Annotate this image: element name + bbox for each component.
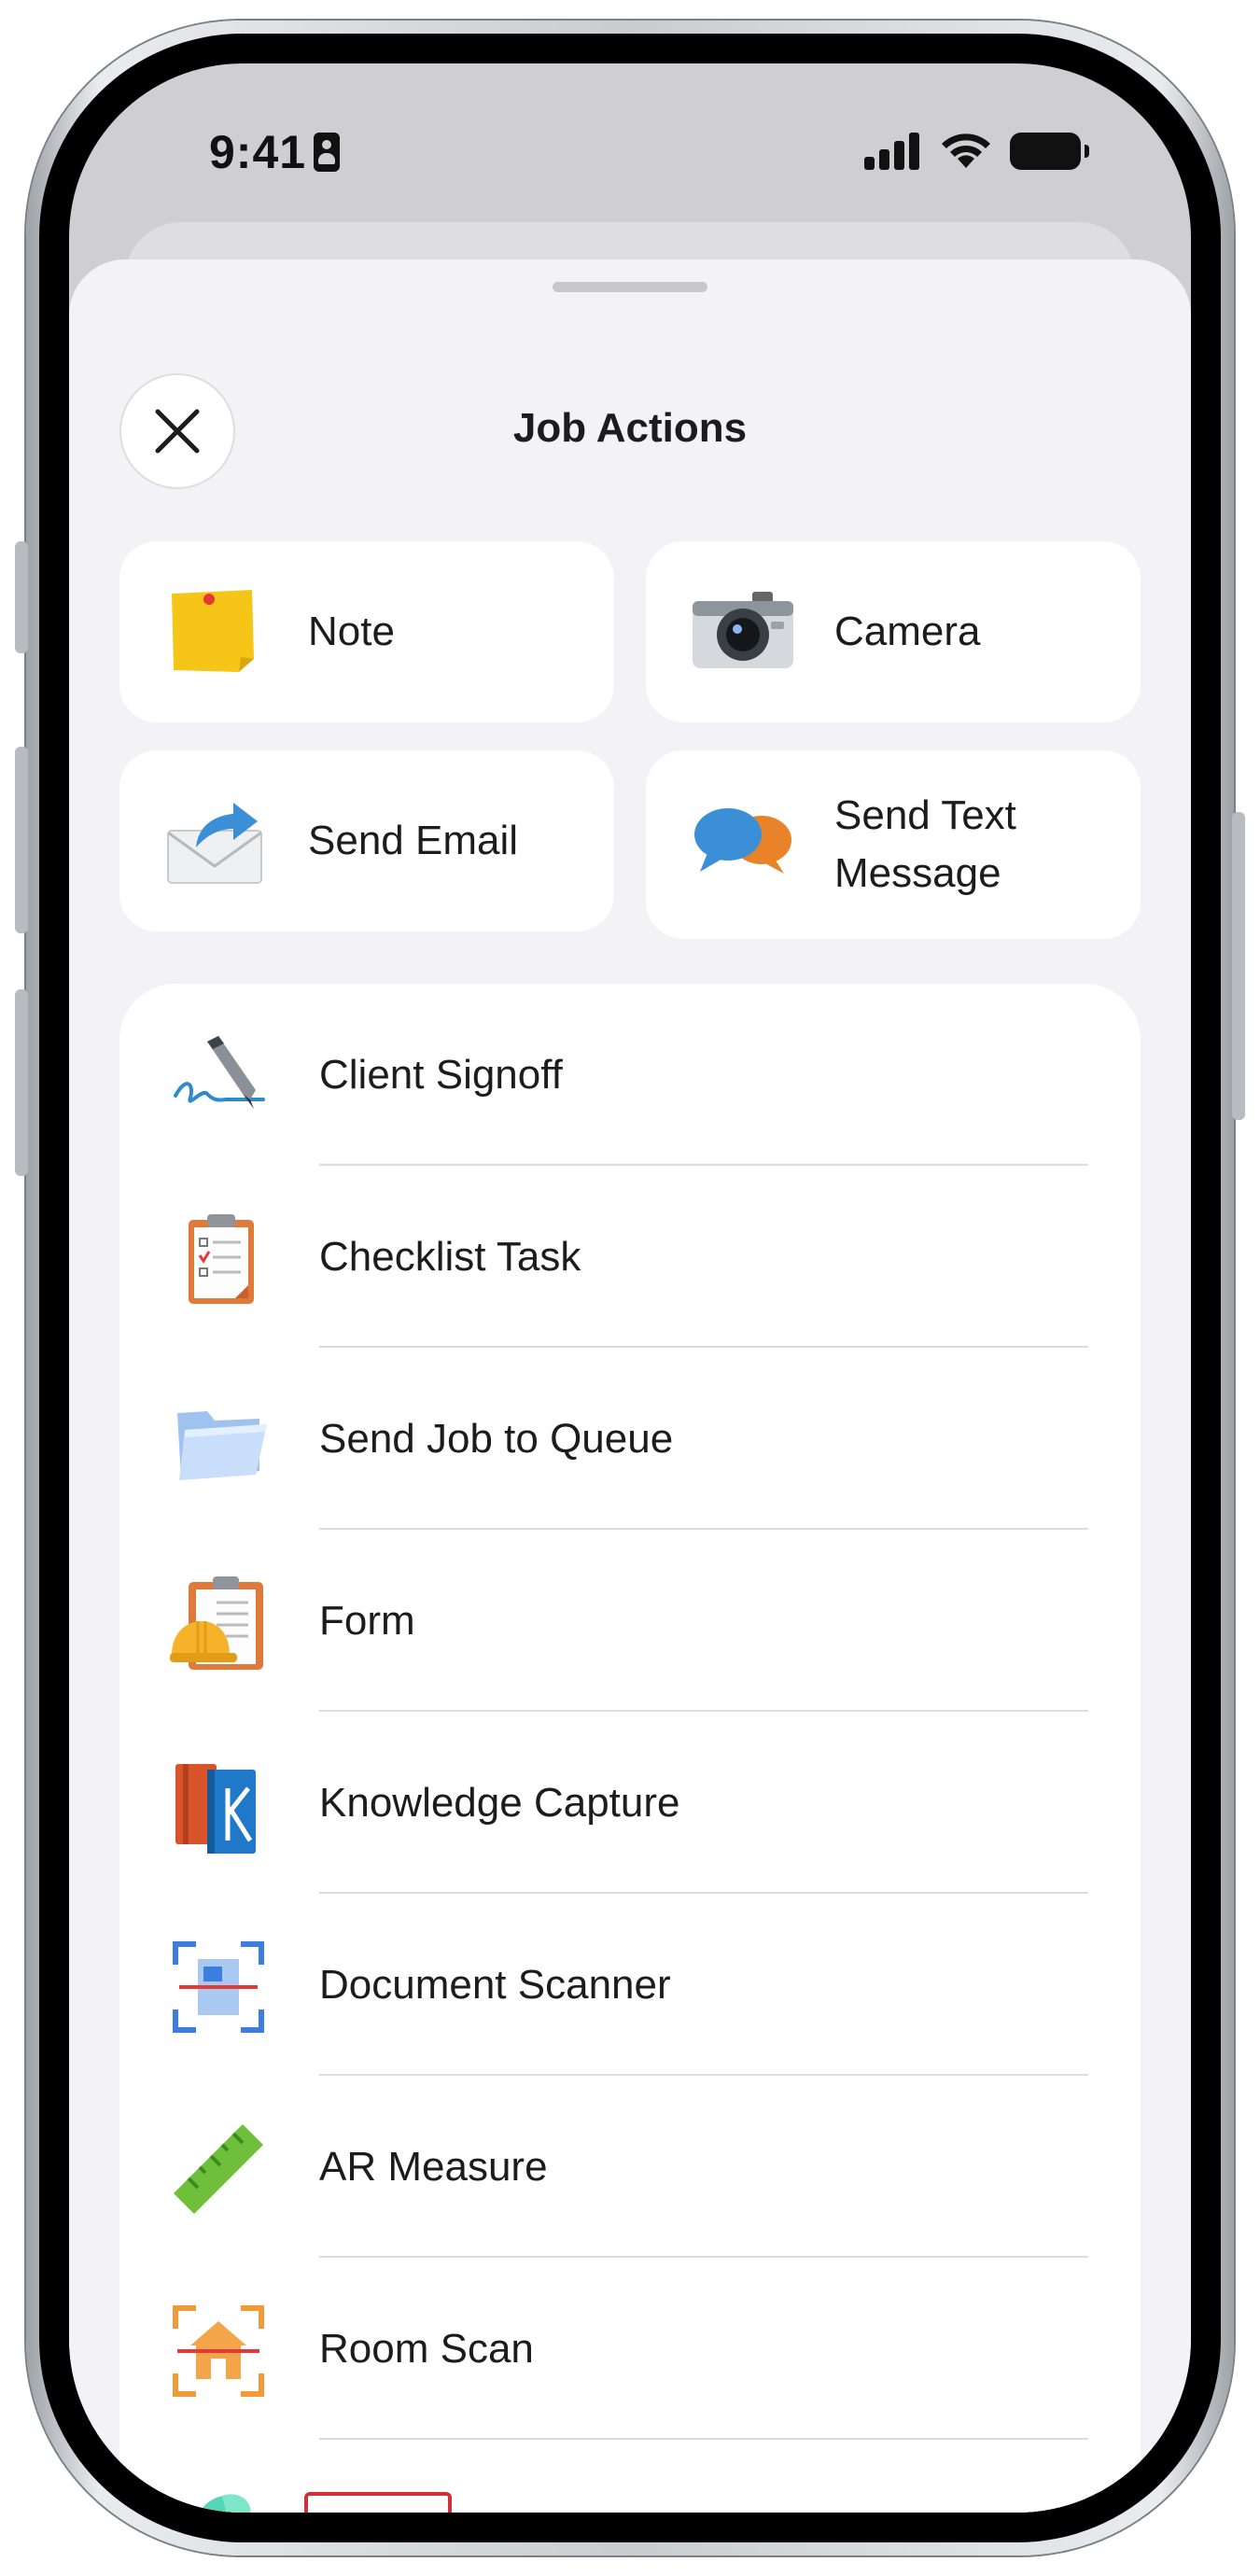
send-text-message-tile[interactable]: Send Text Message	[646, 750, 1141, 939]
list-item-label: Client Signoff	[319, 1052, 563, 1098]
battery-icon	[1010, 133, 1089, 170]
action-button	[15, 541, 28, 653]
tile-label: Send Email	[308, 818, 519, 863]
signature-pen-icon	[170, 1029, 267, 1126]
list-item-label: Send Job to Queue	[319, 1416, 674, 1462]
folder-icon	[170, 1393, 267, 1490]
list-item-label: Document Scanner	[319, 1962, 671, 2008]
wifi-icon	[937, 127, 995, 170]
power-button	[1232, 812, 1245, 1120]
list-item-label: Form	[319, 1598, 415, 1644]
screen: 9:41 Job Actions Note Camera Send Email …	[69, 63, 1191, 2513]
clipboard-checklist-icon	[170, 1211, 267, 1308]
tile-label: Send Text Message	[834, 792, 1016, 896]
volume-up-button	[15, 747, 28, 933]
tile-label: Note	[308, 609, 395, 654]
sheet-grabber[interactable]	[553, 282, 707, 292]
chat-bubbles-icon	[691, 805, 795, 879]
actions-list: Client Signoff Checklist Task Send Job t…	[119, 984, 1141, 2513]
sheet-title: Job Actions	[512, 405, 748, 451]
hardhat-form-icon	[170, 1575, 267, 1672]
list-item-label: Room Scan	[319, 2326, 534, 2372]
camera-icon	[691, 588, 795, 674]
list-item-room-scan[interactable]: Room Scan	[119, 2258, 1141, 2440]
list-item-checklist-task[interactable]: Checklist Task	[119, 1166, 1141, 1348]
ruler-icon	[170, 2121, 267, 2218]
job-actions-sheet: Job Actions Note Camera Send Email Send …	[69, 259, 1191, 2513]
chat-sparkle-icon	[170, 2485, 267, 2513]
sticky-note-icon	[164, 586, 261, 676]
camera-tile[interactable]: Camera	[646, 541, 1141, 722]
list-item-document-scanner[interactable]: Document Scanner	[119, 1894, 1141, 2076]
status-time: 9:41	[209, 126, 307, 178]
note-tile[interactable]: Note	[119, 541, 614, 722]
tile-label: Camera	[834, 609, 981, 654]
send-email-tile[interactable]: Send Email	[119, 750, 614, 931]
list-item-label: Knowledge Capture	[319, 1780, 680, 1826]
house-scan-icon	[170, 2303, 267, 2400]
chat-highlight-box	[304, 2492, 452, 2513]
list-item-ar-measure[interactable]: AR Measure	[119, 2076, 1141, 2258]
list-item-send-job-to-queue[interactable]: Send Job to Queue	[119, 1348, 1141, 1530]
books-icon	[170, 1757, 267, 1854]
list-item-client-signoff[interactable]: Client Signoff	[119, 984, 1141, 1166]
list-item-knowledge-capture[interactable]: Knowledge Capture	[119, 1712, 1141, 1894]
volume-down-button	[15, 989, 28, 1176]
document-scanner-icon	[170, 1939, 267, 2036]
cellular-signal-icon	[864, 133, 920, 170]
list-item-label: AR Measure	[319, 2144, 548, 2190]
list-item-chat[interactable]: Chat	[119, 2440, 1141, 2513]
list-item-form[interactable]: Form	[119, 1530, 1141, 1712]
list-item-label: Checklist Task	[319, 1234, 581, 1280]
email-send-icon	[164, 793, 265, 887]
person-badge-icon	[314, 133, 340, 172]
